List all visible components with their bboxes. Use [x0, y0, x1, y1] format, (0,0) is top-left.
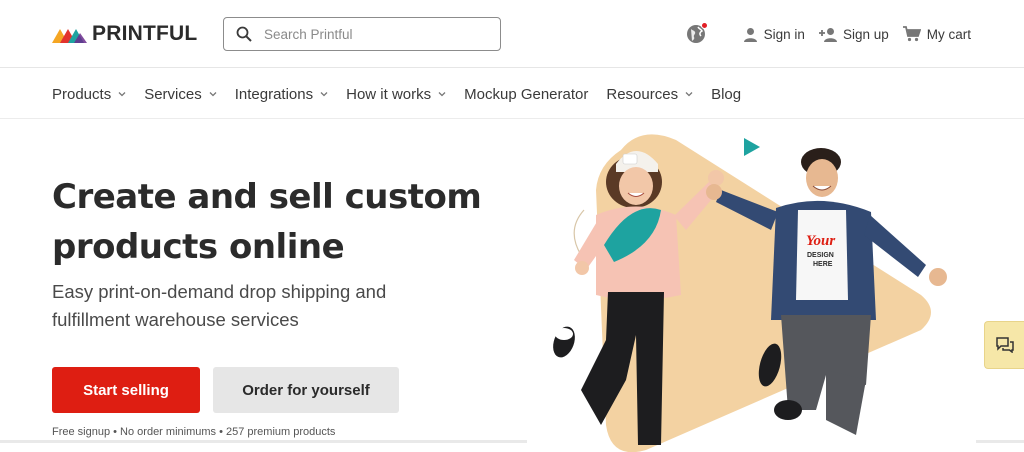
search-box[interactable]: [223, 17, 501, 51]
sign-up-label: Sign up: [842, 26, 889, 42]
order-for-yourself-button[interactable]: Order for yourself: [213, 367, 399, 413]
header-actions: Sign in Sign up My cart: [685, 22, 971, 46]
nav-item-label: Integrations: [234, 85, 314, 103]
tshirt-print-line-1: Your: [806, 233, 835, 249]
top-header: PRINTFUL Sign in: [0, 0, 1024, 68]
nav-item-products[interactable]: Products: [52, 86, 126, 103]
start-selling-button[interactable]: Start selling: [52, 367, 200, 413]
hero-section: Create and sell custom products online E…: [0, 120, 1024, 452]
hero-subheading-line-2: fulfillment warehouse services: [52, 309, 299, 330]
notification-dot: [700, 22, 708, 29]
chevron-down-icon: [438, 92, 446, 97]
hero-headline-line-1: Create and sell custom: [52, 177, 482, 217]
nav-item-resources[interactable]: Resources: [606, 86, 693, 103]
cart-icon: [902, 26, 921, 42]
user-icon: [743, 27, 757, 42]
hero-subheading: Easy print-on-demand drop shipping and f…: [52, 278, 472, 334]
printful-logo[interactable]: PRINTFUL: [52, 22, 197, 46]
nav-item-integrations[interactable]: Integrations: [235, 86, 328, 103]
nav-item-label: Mockup Generator: [464, 85, 589, 103]
nav-item-label: Blog: [711, 85, 742, 103]
sign-in-label: Sign in: [763, 26, 805, 42]
cart-label: My cart: [926, 26, 971, 42]
nav-item-blog[interactable]: Blog: [711, 86, 741, 103]
nav-item-services[interactable]: Services: [144, 86, 217, 103]
add-user-icon: [818, 27, 837, 42]
nav-item-label: Resources: [606, 85, 679, 103]
search-input[interactable]: [264, 26, 484, 42]
tshirt-print-line-3: HERE: [813, 261, 833, 268]
tshirt-print-line-2: DESIGN: [807, 252, 834, 259]
nav-item-label: How it works: [346, 85, 432, 103]
hero-photo: Your DESIGN HERE: [553, 134, 947, 452]
hero-fine-print: Free signup • No order minimums • 257 pr…: [52, 426, 336, 438]
play-icon: [744, 138, 760, 156]
chevron-down-icon: [209, 92, 217, 97]
hero-divider-left: [0, 440, 527, 443]
hero-headline-line-2: products online: [52, 227, 345, 267]
logo-mark-icon: [52, 29, 87, 43]
logo-text: PRINTFUL: [92, 22, 198, 45]
nav-item-how-it-works[interactable]: How it works: [346, 86, 446, 103]
chevron-down-icon: [320, 92, 328, 97]
cart-link[interactable]: My cart: [902, 26, 971, 42]
nav-item-mockup-generator[interactable]: Mockup Generator: [464, 86, 588, 103]
hero-headline: Create and sell custom products online: [52, 172, 512, 272]
hero-subheading-line-1: Easy print-on-demand drop shipping and: [52, 281, 387, 302]
nav-item-label: Products: [52, 85, 112, 103]
chat-icon: [995, 337, 1014, 353]
sign-up-link[interactable]: Sign up: [818, 26, 889, 42]
search-icon: [236, 26, 252, 42]
chevron-down-icon: [118, 92, 126, 97]
hero-illustration: Your DESIGN HERE: [526, 120, 978, 452]
language-selector[interactable]: [685, 22, 708, 45]
nav-item-label: Services: [144, 85, 202, 103]
main-nav: Products Services Integrations How it wo…: [0, 69, 1024, 119]
chevron-down-icon: [685, 92, 693, 97]
feedback-button[interactable]: [984, 321, 1024, 369]
hero-divider-right: [976, 440, 1024, 443]
sign-in-link[interactable]: Sign in: [743, 27, 805, 42]
